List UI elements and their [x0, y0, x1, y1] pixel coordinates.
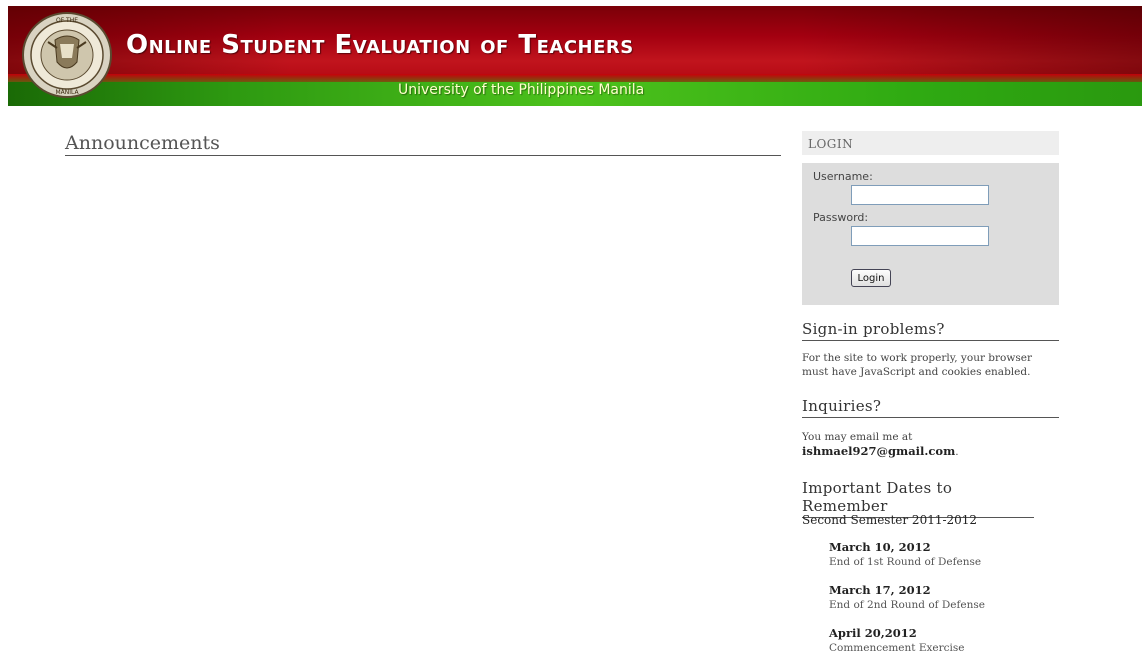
date-value: March 17, 2012	[829, 583, 931, 597]
site-title: Online Student Evaluation of Teachers	[126, 30, 634, 60]
username-label: Username:	[813, 170, 873, 183]
email-period: .	[955, 446, 959, 458]
date-event: End of 1st Round of Defense	[829, 556, 982, 568]
inquiries-heading: Inquiries?	[802, 397, 1059, 418]
login-header-label: LOGIN	[808, 137, 854, 151]
university-seal-logo: OF THE MANILA	[22, 12, 112, 98]
signin-problems-heading: Sign-in problems?	[802, 320, 1059, 341]
password-input[interactable]	[851, 226, 989, 246]
date-event: Commencement Exercise	[829, 642, 965, 654]
site-subtitle: University of the Philippines Manila	[398, 82, 645, 98]
password-label: Password:	[813, 211, 869, 224]
contact-email: ishmael927@gmail.com	[802, 444, 956, 458]
login-button[interactable]: Login	[851, 269, 891, 287]
login-form: Username: Password: Login	[802, 163, 1059, 305]
username-input[interactable]	[851, 185, 989, 205]
header-banner: OF THE MANILA Online Student Evaluation …	[8, 6, 1142, 106]
seal-text-bottom: MANILA	[55, 89, 79, 96]
inquiries-block: You may email me at ishmael927@gmail.com…	[802, 430, 1059, 459]
date-value: March 10, 2012	[829, 540, 931, 554]
inquiries-text: You may email me at	[802, 431, 913, 443]
login-header: LOGIN	[802, 131, 1059, 155]
date-value: April 20,2012	[829, 626, 917, 640]
date-item: April 20,2012 Commencement Exercise	[829, 626, 965, 656]
seal-text-top: OF THE	[56, 17, 78, 24]
semester-label: Second Semester 2011-2012	[802, 513, 978, 527]
announcements-heading: Announcements	[65, 132, 781, 156]
date-item: March 17, 2012 End of 2nd Round of Defen…	[829, 583, 985, 613]
signin-problems-text: For the site to work properly, your brow…	[802, 352, 1032, 378]
date-event: End of 2nd Round of Defense	[829, 599, 985, 611]
date-item: March 10, 2012 End of 1st Round of Defen…	[829, 540, 981, 570]
